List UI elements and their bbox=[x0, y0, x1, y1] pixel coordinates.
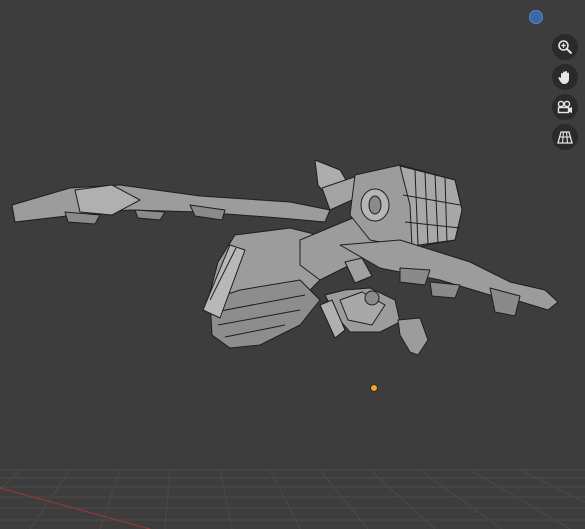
perspective-toggle-button[interactable] bbox=[552, 124, 578, 150]
3d-viewport[interactable] bbox=[0, 0, 585, 529]
dragon-mesh[interactable] bbox=[11, 159, 559, 356]
zoom-button[interactable] bbox=[552, 34, 578, 60]
pan-button[interactable] bbox=[552, 64, 578, 90]
floor-grid bbox=[0, 469, 585, 529]
scene-canvas bbox=[0, 159, 585, 529]
camera-view-button[interactable] bbox=[552, 94, 578, 120]
zoom-icon bbox=[558, 40, 573, 55]
navigation-gizmo-icon[interactable] bbox=[529, 10, 543, 24]
object-origin-marker bbox=[370, 384, 378, 392]
grid-icon bbox=[557, 131, 573, 144]
camera-icon bbox=[557, 100, 572, 114]
hand-icon bbox=[558, 71, 569, 84]
